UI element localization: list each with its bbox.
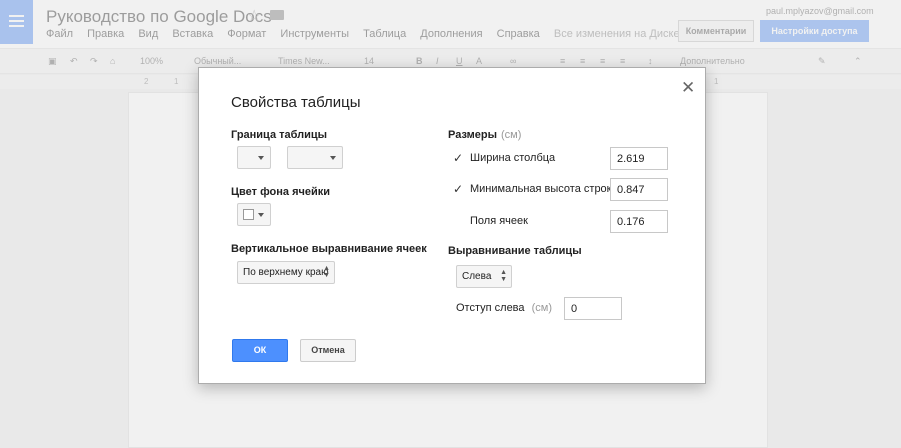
folder-icon[interactable] [270,10,284,20]
undo-icon[interactable]: ↶ [70,56,78,67]
sizes-unit: (см) [501,129,522,141]
bold-icon[interactable]: B [416,56,423,66]
chevron-down-icon [258,213,264,217]
ruler-mark: 1 [174,77,179,86]
min-row-height-input[interactable]: 0.847 [610,178,668,201]
col-width-input[interactable]: 2.619 [610,147,668,170]
paint-format-icon[interactable]: ⌂ [110,56,115,66]
italic-icon[interactable]: I [436,56,439,66]
docs-home-icon[interactable] [0,0,33,44]
ok-button[interactable]: ОК [232,339,288,362]
cell-padding-label: Поля ячеек [470,215,528,227]
menu-help[interactable]: Справка [497,28,540,40]
redo-icon[interactable]: ↷ [90,56,98,67]
valign-select[interactable]: По верхнему краю ▲ ▼ [237,261,335,284]
font-select[interactable]: Times New... [278,56,330,66]
updown-icon: ▲ ▼ [500,269,507,283]
docs-header: Руководство по Google Docs ☆ Файл Правка… [0,0,901,48]
chevron-down-icon [258,156,264,160]
ruler-mark: 2 [144,77,149,86]
chevron-down-icon [330,156,336,160]
collapse-icon[interactable]: ⌃ [854,56,862,67]
border-color-dropdown[interactable] [237,146,271,169]
document-title[interactable]: Руководство по Google Docs [46,7,272,27]
menu-addons[interactable]: Дополнения [420,28,482,40]
table-align-select[interactable]: Слева ▲ ▼ [456,265,512,288]
table-align-label: Выравнивание таблицы [448,245,582,257]
zoom-select[interactable]: 100% [140,56,163,66]
dialog-title: Свойства таблицы [231,94,361,111]
line-spacing-icon[interactable]: ↕ [648,56,653,66]
bg-color-label: Цвет фона ячейки [231,186,331,198]
cancel-button[interactable]: Отмена [300,339,356,362]
valign-label: Вертикальное выравнивание ячеек [231,243,427,255]
col-width-checkbox[interactable]: ✓ [453,151,463,165]
align-center-icon[interactable]: ≡ [580,56,585,66]
min-row-height-label: Минимальная высота строки [470,183,618,195]
font-size-select[interactable]: 14 [364,56,374,66]
table-align-value: Слева [462,271,492,282]
style-select[interactable]: Обычный... [194,56,241,66]
user-email[interactable]: paul.mplyazov@gmail.com [766,6,874,16]
comments-button[interactable]: Комментарии [678,20,754,42]
col-width-label: Ширина столбца [470,152,556,164]
align-right-icon[interactable]: ≡ [600,56,605,66]
table-properties-dialog: Свойства таблицы ✕ Граница таблицы Цвет … [198,67,706,384]
share-button[interactable]: Настройки доступа [760,20,869,42]
color-swatch [243,209,254,220]
left-indent-input[interactable]: 0 [564,297,622,320]
menu-tools[interactable]: Инструменты [280,28,349,40]
align-justify-icon[interactable]: ≡ [620,56,625,66]
link-icon[interactable]: ∞ [510,56,516,66]
menu-insert[interactable]: Вставка [172,28,213,40]
menu-bar: Файл Правка Вид Вставка Формат Инструмен… [46,28,738,40]
star-icon[interactable]: ☆ [247,6,261,26]
border-label: Граница таблицы [231,129,328,141]
valign-value: По верхнему краю [243,267,329,278]
left-indent-label: Отступ слева (см) [456,302,552,314]
menu-file[interactable]: Файл [46,28,73,40]
left-indent-unit: (см) [531,302,552,314]
menu-format[interactable]: Формат [227,28,266,40]
underline-icon[interactable]: U [456,56,463,66]
bg-color-dropdown[interactable] [237,203,271,226]
print-icon[interactable]: ▣ [48,56,57,67]
align-left-icon[interactable]: ≡ [560,56,565,66]
sizes-label: Размеры (см) [448,129,521,141]
close-icon[interactable]: ✕ [681,78,695,98]
sizes-label-text: Размеры [448,129,498,141]
updown-icon: ▲ ▼ [323,265,330,279]
border-width-dropdown[interactable] [287,146,343,169]
text-color-icon[interactable]: A [476,56,482,66]
ruler-mark: 1 [714,77,719,86]
pencil-icon[interactable]: ✎ [818,56,826,67]
min-row-height-checkbox[interactable]: ✓ [453,182,463,196]
menu-view[interactable]: Вид [138,28,158,40]
cell-padding-input[interactable]: 0.176 [610,210,668,233]
menu-table[interactable]: Таблица [363,28,406,40]
left-indent-label-text: Отступ слева [456,302,525,314]
mode-select[interactable]: Дополнительно [680,56,745,66]
menu-edit[interactable]: Правка [87,28,124,40]
